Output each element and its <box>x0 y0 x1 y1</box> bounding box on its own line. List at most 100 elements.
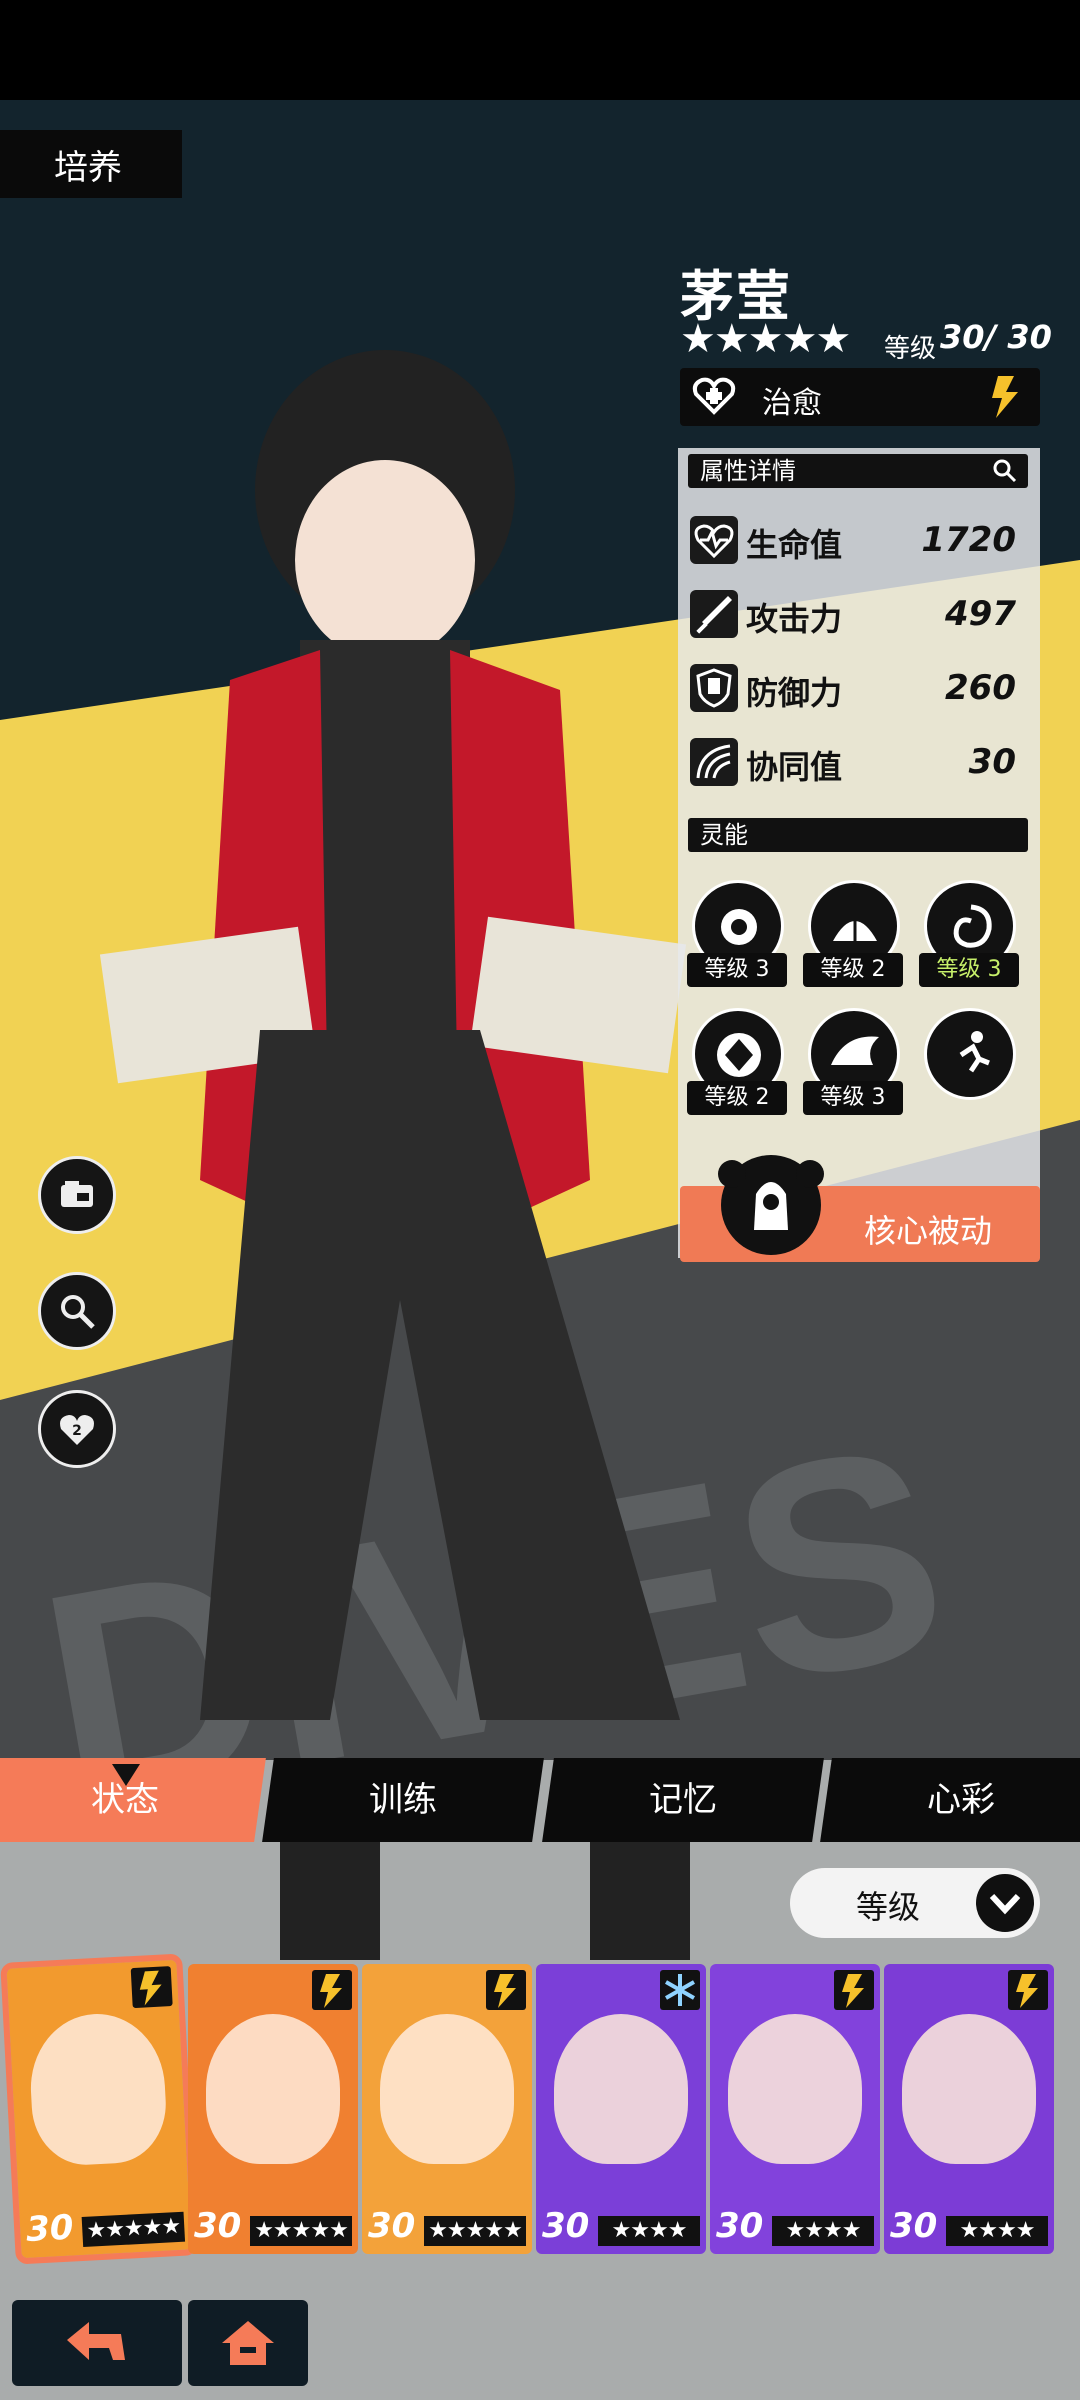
skill-level: 等级 3 <box>803 1081 903 1115</box>
lightning-element-icon <box>130 1966 173 2009</box>
psionic-skill-3[interactable]: 等级 3 <box>919 880 1019 987</box>
skill-level: 等级 2 <box>687 1081 787 1115</box>
roster-stars: ★★★★★ <box>250 2216 352 2246</box>
stat-label: 攻击力 <box>746 600 843 638</box>
roster-level: 30 <box>890 2206 938 2246</box>
lightning-element-icon <box>992 376 1018 418</box>
tab-training[interactable]: 训练 <box>262 1758 544 1842</box>
page-title: 培养 <box>0 130 182 198</box>
tab-heart-color[interactable]: 心彩 <box>820 1758 1080 1842</box>
character-portrait <box>902 2014 1036 2164</box>
folder-card-icon <box>61 1181 93 1207</box>
roster-stars: ★★★★ <box>946 2216 1048 2246</box>
roster-stars: ★★★★★ <box>424 2216 526 2246</box>
roster-level: 30 <box>194 2206 242 2246</box>
lightning-element-icon <box>834 1970 874 2010</box>
tab-label: 训练 <box>369 1780 437 1820</box>
roster-stars: ★★★★ <box>772 2216 874 2246</box>
bond-button[interactable]: 2 <box>38 1390 116 1468</box>
psionic-skill-4[interactable]: 等级 2 <box>687 1008 787 1115</box>
stat-value: 260 <box>945 668 1016 708</box>
skill-level: 等级 3 <box>687 953 787 987</box>
chevron-down-icon <box>976 1874 1034 1932</box>
sword-icon <box>690 590 738 638</box>
sort-dropdown[interactable]: 等级 <box>790 1868 1040 1938</box>
roster-level: 30 <box>542 2206 590 2246</box>
psionic-skill-2[interactable]: 等级 2 <box>803 880 903 987</box>
roster-stars: ★★★★★ <box>81 2211 186 2248</box>
stat-row-defense: 防御力 260 <box>688 658 1028 720</box>
core-passive-emblem-icon <box>718 1155 824 1255</box>
psionics-header: 灵能 <box>688 818 1028 852</box>
skill-wing-icon <box>831 1036 879 1065</box>
heart-pulse-icon <box>690 516 738 564</box>
psionic-skill-1[interactable]: 等级 3 <box>687 880 787 987</box>
roster-level: 30 <box>368 2206 416 2246</box>
skill-swirl-icon <box>953 904 992 948</box>
character-portrait <box>554 2014 688 2164</box>
running-figure-icon <box>959 1031 990 1073</box>
role-bar: 治愈 <box>680 368 1040 426</box>
stat-value: 1720 <box>921 520 1016 560</box>
lightning-element-icon <box>1008 1970 1048 2010</box>
psionic-skill-5[interactable]: 等级 3 <box>803 1008 903 1115</box>
roster-stars: ★★★★ <box>598 2216 700 2246</box>
lightning-element-icon <box>486 1970 526 2010</box>
skill-diamond-icon <box>717 1033 761 1077</box>
shield-icon <box>690 664 738 712</box>
character-portrait <box>206 2014 340 2164</box>
sort-label: 等级 <box>856 1888 921 1926</box>
tab-label: 记忆 <box>649 1780 717 1820</box>
level-label: 等级 <box>884 334 937 364</box>
stat-label: 协同值 <box>746 748 843 786</box>
skill-fan-icon <box>833 911 877 941</box>
core-passive-button[interactable]: 核心被动 <box>680 1155 1040 1262</box>
attributes-header[interactable]: 属性详情 <box>688 454 1028 488</box>
tab-memory[interactable]: 记忆 <box>542 1758 824 1842</box>
psionic-skill-6[interactable] <box>924 1008 1016 1100</box>
character-portrait <box>27 2010 169 2168</box>
stat-value: 30 <box>968 742 1016 782</box>
search-icon <box>993 459 1017 483</box>
roster-level: 30 <box>716 2206 764 2246</box>
core-passive-label: 核心被动 <box>864 1212 993 1250</box>
home-icon <box>222 2321 274 2365</box>
archive-button[interactable] <box>38 1156 116 1234</box>
stat-value: 497 <box>945 594 1016 634</box>
heart-badge-icon: 2 <box>60 1415 94 1445</box>
arcs-icon <box>690 738 738 786</box>
active-tab-pointer-icon <box>112 1764 140 1786</box>
attributes-panel: 属性详情 生命值 1720 攻击力 497 防御力 260 协同值 30 灵能 <box>678 448 1040 1258</box>
stat-label: 生命值 <box>746 526 843 564</box>
ice-element-icon <box>660 1970 700 2010</box>
tab-label: 心彩 <box>927 1780 995 1820</box>
inspect-button[interactable] <box>38 1272 116 1350</box>
roster-card[interactable]: 30 ★★★★★ <box>362 1964 532 2254</box>
skill-splash-icon <box>721 909 757 945</box>
roster-card[interactable]: 30 ★★★★ <box>884 1964 1054 2254</box>
stat-row-attack: 攻击力 497 <box>688 584 1028 646</box>
tab-bar: 状态 训练 记忆 心彩 <box>0 1758 1080 1846</box>
attributes-header-label: 属性详情 <box>700 457 796 485</box>
level-value: 30/ 30 <box>940 318 1052 356</box>
heal-role-icon <box>692 377 736 415</box>
status-bar <box>0 0 1080 100</box>
lightning-element-icon <box>312 1970 352 2010</box>
back-button[interactable] <box>12 2300 182 2386</box>
skill-level: 等级 2 <box>803 953 903 987</box>
roster-card[interactable]: 30 ★★★★ <box>710 1964 880 2254</box>
svg-text:2: 2 <box>72 1423 82 1439</box>
home-button[interactable] <box>188 2300 308 2386</box>
character-portrait <box>380 2014 514 2164</box>
role-label: 治愈 <box>762 386 822 421</box>
roster-card[interactable]: 30 ★★★★★ <box>0 1953 198 2265</box>
magnifier-icon <box>61 1295 95 1329</box>
character-portrait <box>728 2014 862 2164</box>
stat-row-synergy: 协同值 30 <box>688 732 1028 794</box>
character-rarity-stars: ★★★★★ <box>680 316 851 362</box>
stat-row-hp: 生命值 1720 <box>688 510 1028 572</box>
roster-card[interactable]: 30 ★★★★★ <box>188 1964 358 2254</box>
roster-card[interactable]: 30 ★★★★ <box>536 1964 706 2254</box>
skill-level: 等级 3 <box>919 953 1019 987</box>
roster-level: 30 <box>25 2207 75 2250</box>
